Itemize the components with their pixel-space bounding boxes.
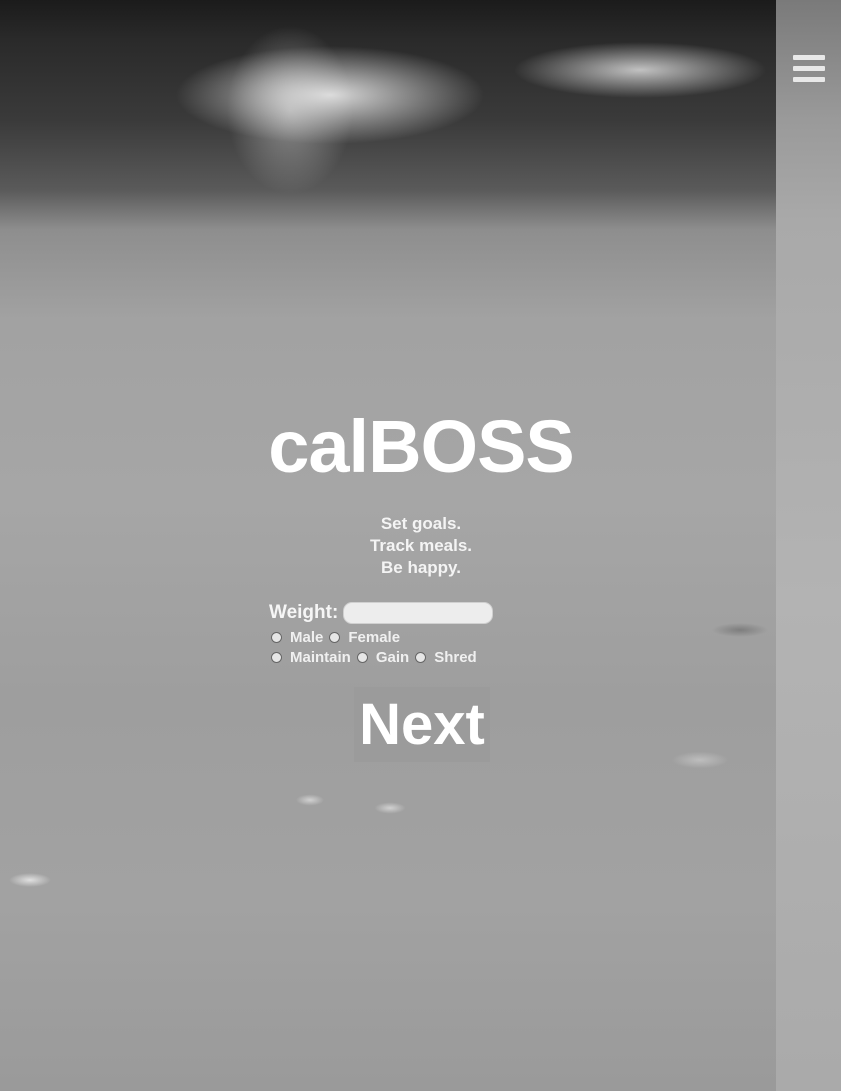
maintain-radio[interactable] (271, 651, 282, 663)
page: calBOSS Set goals. Track meals. Be happy… (0, 0, 841, 1091)
maintain-label: Maintain (290, 648, 351, 666)
gain-radio[interactable] (356, 651, 368, 663)
tagline-be-happy: Be happy. (381, 558, 461, 577)
weight-input[interactable] (343, 602, 494, 624)
female-radio[interactable] (329, 631, 341, 643)
gender-radio-group: Male Female (271, 627, 406, 647)
male-label: Male (290, 628, 324, 646)
tagline-set-goals: Set goals. (380, 514, 462, 533)
gain-label: Gain (375, 648, 410, 666)
weight-label: Weight: (269, 602, 339, 623)
weight-row: Weight: (269, 599, 494, 627)
tagline-track-meals: Track meals. (369, 536, 473, 555)
female-label: Female (348, 628, 401, 646)
app-title: calBOSS (268, 405, 575, 488)
male-radio[interactable] (271, 631, 282, 643)
shred-label: Shred (434, 648, 477, 666)
goal-radio-group: Maintain Gain Shred (271, 647, 483, 667)
shred-radio[interactable] (415, 651, 427, 663)
next-button[interactable]: Next (354, 687, 490, 762)
main-content: calBOSS Set goals. Track meals. Be happy… (0, 0, 841, 1091)
